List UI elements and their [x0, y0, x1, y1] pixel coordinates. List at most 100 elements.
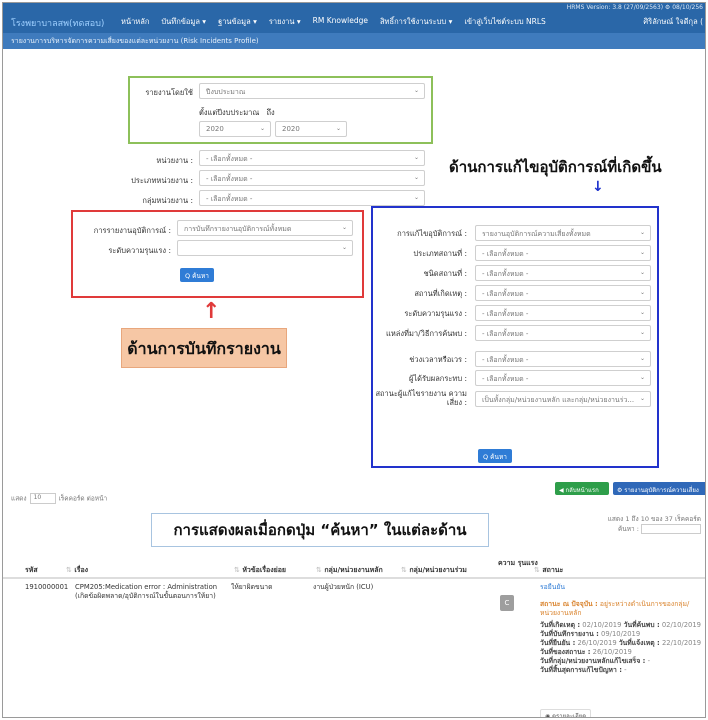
- fix-search-button[interactable]: Q ค้นหา: [478, 449, 512, 463]
- chevron-down-icon: ⌄: [413, 174, 419, 181]
- app-window: HRMS Version: 3.8 (27/09/2563) ⚙ 08/10/2…: [2, 2, 706, 718]
- chevron-down-icon: ⌄: [639, 374, 645, 381]
- fiscal-from-label: ตั้งแต่ปีงบประมาณ ถึง: [199, 108, 275, 117]
- fix-field-label: ชนิดสถานที่ :: [423, 269, 467, 278]
- col-co-unit[interactable]: ⇅ กลุ่ม/หน่วยงานร่วม: [398, 565, 467, 576]
- col-topic[interactable]: ⇅ หัวข้อเรื่องย่อย: [231, 565, 286, 576]
- report-section-annotation: ด้านการบันทึกรายงาน: [121, 328, 287, 368]
- chevron-down-icon: ⌄: [341, 244, 347, 251]
- fix-field-select[interactable]: รายงานอุบัติการณ์ความเสี่ยงทั้งหมด ⌄: [475, 225, 651, 241]
- chevron-down-icon: ⌄: [639, 309, 645, 316]
- page-title: รายงานการบริหารจัดการความเสี่ยงของแต่ละห…: [3, 33, 705, 49]
- fix-field-label: ประเภทสถานที่ :: [413, 249, 467, 258]
- severity-badge: C: [500, 595, 514, 611]
- fix-field-label: ช่วงเวลาหรือเวร :: [409, 355, 467, 364]
- fix-field-label: ระดับความรุนแรง :: [404, 309, 467, 318]
- chevron-down-icon: ⌄: [639, 269, 645, 276]
- severity-label: ระดับความรุนแรง :: [108, 246, 171, 255]
- results-annotation: การแสดงผลเมื่อกดปุ่ม “ค้นหา” ในแต่ละด้าน: [151, 513, 489, 547]
- arrow-down-icon: ↓: [592, 179, 604, 195]
- fix-field-label: การแก้ไขอุบัติการณ์ :: [397, 229, 467, 238]
- chevron-down-icon: ⌄: [335, 125, 341, 132]
- unit-type-select[interactable]: - เลือกทั้งหมด - ⌄: [199, 170, 425, 186]
- view-detail-button[interactable]: ◉ ดูรายละเอียด: [540, 709, 592, 717]
- report-search-button[interactable]: Q ค้นหา: [180, 268, 214, 282]
- user-menu[interactable]: ศิริลักษณ์ ใจดีกุล (: [643, 16, 703, 28]
- fix-field-select[interactable]: - เลือกทั้งหมด - ⌄: [475, 305, 651, 321]
- col-main-unit[interactable]: ⇅ กลุ่ม/หน่วยงานหลัก: [313, 565, 383, 576]
- back-home-button[interactable]: ◀ กลับหน้าแรก: [555, 482, 609, 495]
- fix-field-select[interactable]: - เลือกทั้งหมด - ⌄: [475, 351, 651, 367]
- fix-field-label: สถานะผู้แก้ไขรายงาน ความเสี่ยง :: [375, 389, 467, 407]
- unit-type-label: ประเภทหน่วยงาน :: [131, 176, 193, 185]
- chevron-down-icon: ⌄: [413, 87, 419, 94]
- row-id: 1910000001: [25, 583, 69, 591]
- nav-reports[interactable]: รายงาน ▾: [269, 16, 301, 28]
- table-row: 1910000001 CPM205:Medication error : Adm…: [3, 581, 705, 717]
- chevron-down-icon: ⌄: [639, 229, 645, 236]
- unit-group-label: กลุ่มหน่วยงาน :: [142, 196, 193, 205]
- chevron-down-icon: ⌄: [639, 249, 645, 256]
- chevron-down-icon: ⌄: [413, 194, 419, 201]
- col-severity[interactable]: ความ รุนแรง: [498, 559, 538, 568]
- nav-rm-knowledge[interactable]: RM Knowledge: [313, 16, 368, 28]
- page-size-control: แสดง 10 เร็คคอร์ด ต่อหน้า: [11, 493, 108, 504]
- status-block: รอยืนยัน สถานะ ณ ปัจจุบัน : อยู่ระหว่างด…: [540, 583, 705, 675]
- status-date-line: วันที่ยืนยัน : 26/10/2019 วันที่แจ้งเหตุ…: [540, 639, 702, 647]
- col-status[interactable]: ⇅ สถานะ: [531, 565, 563, 576]
- fix-field-select[interactable]: - เลือกทั้งหมด - ⌄: [475, 285, 651, 301]
- fix-field-label: ผู้ได้รับผลกระทบ :: [408, 374, 467, 383]
- nav-record[interactable]: บันทึกข้อมูล ▾: [161, 16, 206, 28]
- status-date-line: วันที่ของสถานะ : 26/10/2019: [540, 648, 632, 656]
- col-id[interactable]: รหัส: [25, 565, 38, 576]
- fix-field-select[interactable]: - เลือกทั้งหมด - ⌄: [475, 325, 651, 341]
- fix-field-select[interactable]: เป็นทั้งกลุ่ม/หน่วยงานหลัก และกลุ่ม/หน่ว…: [475, 391, 651, 407]
- col-title[interactable]: ⇅ เรื่อง: [63, 565, 88, 576]
- to-year-select[interactable]: 2020 ⌄: [275, 121, 347, 137]
- chevron-down-icon: ⌄: [639, 355, 645, 362]
- chevron-down-icon: ⌄: [259, 125, 265, 132]
- status-date-line: วันที่บันทึกรายงาน : 09/10/2019: [540, 630, 641, 638]
- fix-field-select[interactable]: - เลือกทั้งหมด - ⌄: [475, 265, 651, 281]
- status-note: สถานะ ณ ปัจจุบัน : อยู่ระหว่างดำเนินการข…: [540, 600, 690, 617]
- unit-group-select[interactable]: - เลือกทั้งหมด - ⌄: [199, 190, 425, 206]
- main-nav: หน้าหลัก บันทึกข้อมูล ▾ ฐานข้อมูล ▾ รายง…: [121, 16, 546, 28]
- row-title[interactable]: CPM205:Medication error : Administration…: [75, 583, 225, 601]
- nav-home[interactable]: หน้าหลัก: [121, 16, 149, 28]
- severity-select[interactable]: ⌄: [177, 240, 353, 256]
- fix-field-label: แหล่งที่มา/วิธีการค้นพบ :: [386, 329, 467, 338]
- chevron-down-icon: ⌄: [639, 395, 645, 402]
- row-main-unit: งานผู้ป่วยหนัก (ICU): [313, 583, 374, 591]
- status-date-line: วันที่เกิดเหตุ : 02/10/2019 วันที่ค้นพบ …: [540, 621, 702, 629]
- nav-permissions[interactable]: สิทธิ์การใช้งานระบบ ▾: [380, 16, 452, 28]
- nav-database[interactable]: ฐานข้อมูล ▾: [218, 16, 257, 28]
- chevron-down-icon: ⌄: [639, 289, 645, 296]
- chevron-down-icon: ⌄: [639, 329, 645, 336]
- table-header: รหัส ⇅ เรื่อง ⇅ หัวข้อเรื่องย่อย ⇅ กลุ่ม…: [3, 559, 705, 579]
- from-year-select[interactable]: 2020 ⌄: [199, 121, 271, 137]
- version-info: HRMS Version: 3.8 (27/09/2563) ⚙ 08/10/2…: [566, 4, 703, 11]
- status-date-line: วันที่สิ้นสุดการแก้ไขปัญหา : -: [540, 666, 627, 674]
- report-by-select[interactable]: ปีงบประมาณ ⌄: [199, 83, 425, 99]
- page-size-select[interactable]: 10: [29, 493, 56, 504]
- incident-report-label: การรายงานอุบัติการณ์ :: [93, 226, 171, 235]
- table-search-input[interactable]: [641, 524, 701, 534]
- row-topic: ให้ยาผิดขนาด: [231, 583, 273, 591]
- arrow-up-icon: ↑: [202, 299, 221, 324]
- incident-report-select[interactable]: การบันทึกรายงานอุบัติการณ์ทั้งหมด ⌄: [177, 220, 353, 236]
- chevron-down-icon: ⌄: [341, 224, 347, 231]
- fix-field-label: สถานที่เกิดเหตุ :: [414, 289, 467, 298]
- nav-nrls[interactable]: เข้าสู่เว็บไซต์ระบบ NRLS: [464, 16, 545, 28]
- report-by-label: รายงานโดยใช้: [145, 88, 193, 97]
- status-link[interactable]: รอยืนยัน: [540, 583, 705, 592]
- fix-section-annotation: ด้านการแก้ไขอุบัติการณ์ที่เกิดขึ้น: [449, 158, 662, 176]
- unit-select[interactable]: - เลือกทั้งหมด - ⌄: [199, 150, 425, 166]
- fix-field-select[interactable]: - เลือกทั้งหมด - ⌄: [475, 370, 651, 386]
- unit-label: หน่วยงาน :: [156, 156, 193, 165]
- paging-info: แสดง 1 ถึง 10 ของ 37 เร็คคอร์ด ค้นหา :: [607, 515, 701, 534]
- hospital-brand[interactable]: โรงพยาบาลสพ(ทดสอบ): [11, 16, 104, 30]
- fix-field-select[interactable]: - เลือกทั้งหมด - ⌄: [475, 245, 651, 261]
- status-date-line: วันที่กลุ่ม/หน่วยงานหลักแก้ไขเสร็จ : -: [540, 657, 651, 665]
- top-navbar: HRMS Version: 3.8 (27/09/2563) ⚙ 08/10/2…: [3, 3, 705, 33]
- risk-report-button[interactable]: ⚙ รายงานอุบัติการณ์ความเสี่ยง: [613, 482, 705, 495]
